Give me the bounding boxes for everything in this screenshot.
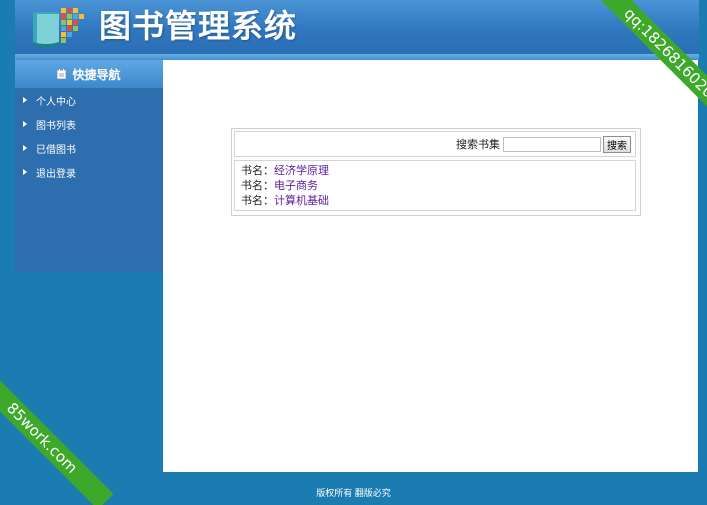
- book-link[interactable]: 电子商务: [274, 180, 318, 192]
- sidebar-item-label: 个人中心: [36, 96, 76, 108]
- search-button[interactable]: 搜索: [603, 135, 631, 153]
- list-item: 书名：电子商务: [241, 179, 635, 194]
- book-name-label: 书名：: [241, 165, 274, 177]
- app-header: 图书管理系统: [15, 0, 699, 60]
- book-logo-icon: [33, 8, 84, 48]
- sidebar-item-label: 退出登录: [36, 168, 76, 180]
- sidebar-item-book-list[interactable]: 图书列表: [15, 112, 163, 136]
- list-item: 书名：经济学原理: [241, 164, 635, 179]
- sidebar-item-borrowed-books[interactable]: 已借图书: [15, 136, 163, 160]
- book-name-label: 书名：: [241, 180, 274, 192]
- list-item: 书名：计算机基础: [241, 194, 635, 209]
- sidebar: 快捷导航 个人中心 图书列表 已借图书 退出登录: [15, 60, 163, 272]
- sidebar-heading: 快捷导航: [15, 60, 163, 88]
- search-label: 搜索书集: [456, 139, 500, 151]
- note-icon: [57, 69, 67, 79]
- book-link[interactable]: 计算机基础: [274, 195, 329, 207]
- sidebar-menu: 个人中心 图书列表 已借图书 退出登录: [15, 88, 163, 184]
- sidebar-heading-label: 快捷导航: [72, 67, 121, 82]
- arrow-right-icon: [23, 169, 27, 175]
- arrow-right-icon: [23, 145, 27, 151]
- sidebar-item-label: 图书列表: [36, 120, 76, 132]
- book-list: 书名：经济学原理 书名：电子商务 书名：计算机基础: [234, 160, 636, 211]
- search-input[interactable]: [503, 136, 601, 152]
- watermark-ribbon-bottom-left: 85work.com: [0, 366, 114, 505]
- book-link[interactable]: 经济学原理: [274, 165, 329, 177]
- app-title: 图书管理系统: [99, 7, 298, 45]
- book-search-panel: 搜索书集 搜索 书名：经济学原理 书名：电子商务 书名：计算机基础: [231, 128, 641, 216]
- arrow-right-icon: [23, 121, 27, 127]
- main-content: 搜索书集 搜索 书名：经济学原理 书名：电子商务 书名：计算机基础: [163, 60, 698, 472]
- sidebar-item-profile[interactable]: 个人中心: [15, 88, 163, 112]
- sidebar-item-label: 已借图书: [36, 144, 76, 156]
- arrow-right-icon: [23, 97, 27, 103]
- search-bar: 搜索书集 搜索: [234, 131, 636, 157]
- sidebar-item-logout[interactable]: 退出登录: [15, 160, 163, 184]
- book-name-label: 书名：: [241, 195, 274, 207]
